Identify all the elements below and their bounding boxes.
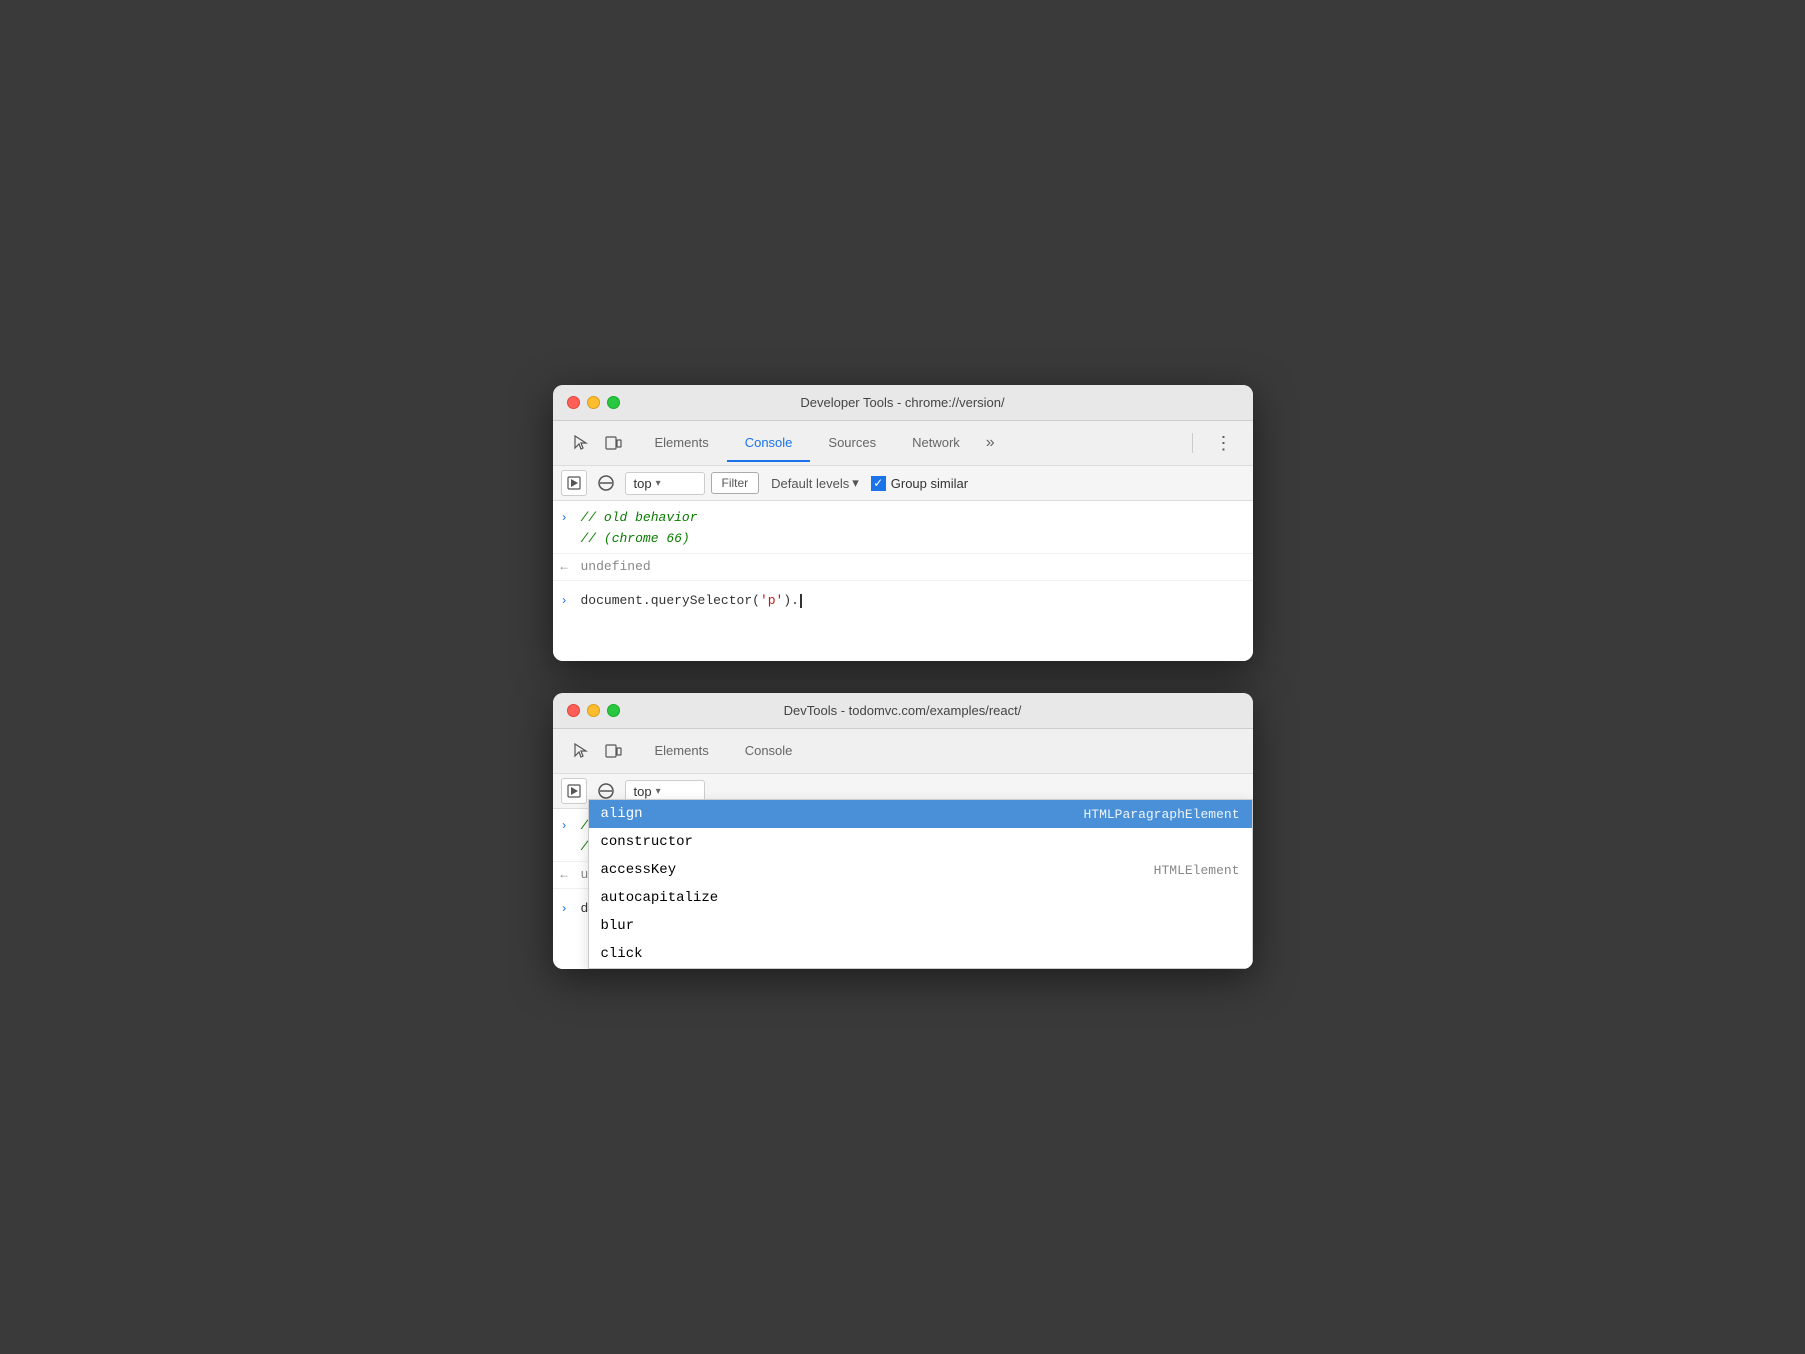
ac-item-name-autocapitalize: autocapitalize	[601, 890, 719, 906]
default-levels-button[interactable]: Default levels ▾	[765, 472, 865, 494]
traffic-lights-2	[567, 704, 620, 717]
autocomplete-item-accesskey[interactable]: accessKey HTMLElement	[589, 856, 1252, 884]
title-bar-2: DevTools - todomvc.com/examples/react/	[553, 693, 1253, 729]
tab-console-1[interactable]: Console	[727, 425, 811, 462]
tab-bar-right-1: ⋮	[1188, 425, 1245, 462]
input-text-1: document.querySelector(	[581, 593, 760, 608]
devtools-window-2: DevTools - todomvc.com/examples/react/ E…	[553, 693, 1253, 969]
ac-item-name-click: click	[601, 946, 643, 962]
devtools-menu-icon[interactable]: ⋮	[1205, 425, 1245, 462]
text-cursor-1	[800, 594, 802, 608]
tab-console-2[interactable]: Console	[727, 733, 811, 770]
context-value-2: top	[634, 784, 652, 799]
output-arrow-2: ←	[561, 866, 573, 885]
group-similar-checkbox[interactable]: ✓	[871, 476, 886, 491]
cursor-tool-icon-2[interactable]	[567, 737, 595, 765]
maximize-button-2[interactable]	[607, 704, 620, 717]
autocomplete-item-autocapitalize[interactable]: autocapitalize	[589, 884, 1252, 912]
run-script-button-2[interactable]	[561, 778, 587, 804]
tab-bar-1: Elements Console Sources Network » ⋮	[553, 421, 1253, 466]
entry-content-active-1: document.querySelector('p').	[581, 591, 1245, 612]
close-button[interactable]	[567, 396, 580, 409]
context-value-1: top	[634, 476, 652, 491]
close-button-2[interactable]	[567, 704, 580, 717]
ac-item-name-accesskey: accessKey	[601, 862, 677, 878]
window-title-1: Developer Tools - chrome://version/	[800, 395, 1004, 410]
tab-icons-2	[561, 729, 633, 773]
context-arrow-icon-2: ▾	[656, 786, 661, 797]
console-toolbar-1: top ▾ Filter Default levels ▾ ✓ Group si…	[553, 466, 1253, 501]
filter-button-1[interactable]: Filter	[711, 472, 760, 494]
title-bar-1: Developer Tools - chrome://version/	[553, 385, 1253, 421]
maximize-button[interactable]	[607, 396, 620, 409]
devtools-window-1: Developer Tools - chrome://version/ Elem…	[553, 385, 1253, 661]
separator-1	[1192, 433, 1193, 453]
tab-bar-2: Elements Console	[553, 729, 1253, 774]
autocomplete-item-constructor[interactable]: constructor	[589, 828, 1252, 856]
clear-console-button[interactable]	[593, 470, 619, 496]
context-selector-1[interactable]: top ▾	[625, 472, 705, 495]
traffic-lights-1	[567, 396, 620, 409]
output-value-1: undefined	[581, 557, 651, 578]
console-output-1: › // old behavior // (chrome 66) ← undef…	[553, 501, 1253, 661]
console-entry-comment-1: › // old behavior // (chrome 66)	[553, 505, 1253, 554]
input-arrow-2: ›	[561, 817, 573, 836]
input-string-1: 'p'	[760, 593, 783, 608]
output-arrow-1: ←	[561, 558, 573, 577]
autocomplete-dropdown: align HTMLParagraphElement constructor a…	[588, 799, 1253, 969]
tab-icons-1	[561, 421, 633, 465]
comment-line-2: // (chrome 66)	[581, 529, 1245, 550]
ac-item-type-accesskey: HTMLElement	[1154, 863, 1240, 878]
console-area-2: › // new behavior // (chrome 68) ← undef…	[553, 809, 1253, 969]
ac-item-name-blur: blur	[601, 918, 635, 934]
device-toggle-icon-2[interactable]	[599, 737, 627, 765]
tab-elements-1[interactable]: Elements	[637, 425, 727, 462]
comment-line-1: // old behavior	[581, 508, 1245, 529]
input-arrow-active-1: ›	[561, 592, 573, 611]
ac-item-name-align: align	[601, 806, 643, 822]
autocomplete-item-blur[interactable]: blur	[589, 912, 1252, 940]
tab-elements-2[interactable]: Elements	[637, 733, 727, 770]
group-similar-toggle[interactable]: ✓ Group similar	[871, 476, 968, 491]
input-arrow-1: ›	[561, 509, 573, 528]
tab-sources-1[interactable]: Sources	[810, 425, 894, 462]
minimize-button-2[interactable]	[587, 704, 600, 717]
entry-content-1: // old behavior // (chrome 66)	[581, 508, 1245, 550]
ac-item-name-constructor: constructor	[601, 834, 693, 850]
console-entry-undefined-1: ← undefined	[553, 554, 1253, 582]
tab-network-1[interactable]: Network	[894, 425, 978, 462]
console-entry-active-1[interactable]: › document.querySelector('p').	[553, 581, 1253, 622]
device-toggle-icon[interactable]	[599, 429, 627, 457]
input-arrow-active-2: ›	[561, 900, 573, 919]
run-script-button[interactable]	[561, 470, 587, 496]
autocomplete-item-click[interactable]: click	[589, 940, 1252, 968]
input-after-1: ).	[783, 593, 799, 608]
ac-item-type-align: HTMLParagraphElement	[1083, 807, 1239, 822]
more-tabs-icon-1[interactable]: »	[978, 424, 1003, 462]
minimize-button[interactable]	[587, 396, 600, 409]
window-title-2: DevTools - todomvc.com/examples/react/	[784, 703, 1022, 718]
cursor-tool-icon[interactable]	[567, 429, 595, 457]
autocomplete-item-align[interactable]: align HTMLParagraphElement	[589, 800, 1252, 828]
context-arrow-icon: ▾	[656, 478, 661, 489]
